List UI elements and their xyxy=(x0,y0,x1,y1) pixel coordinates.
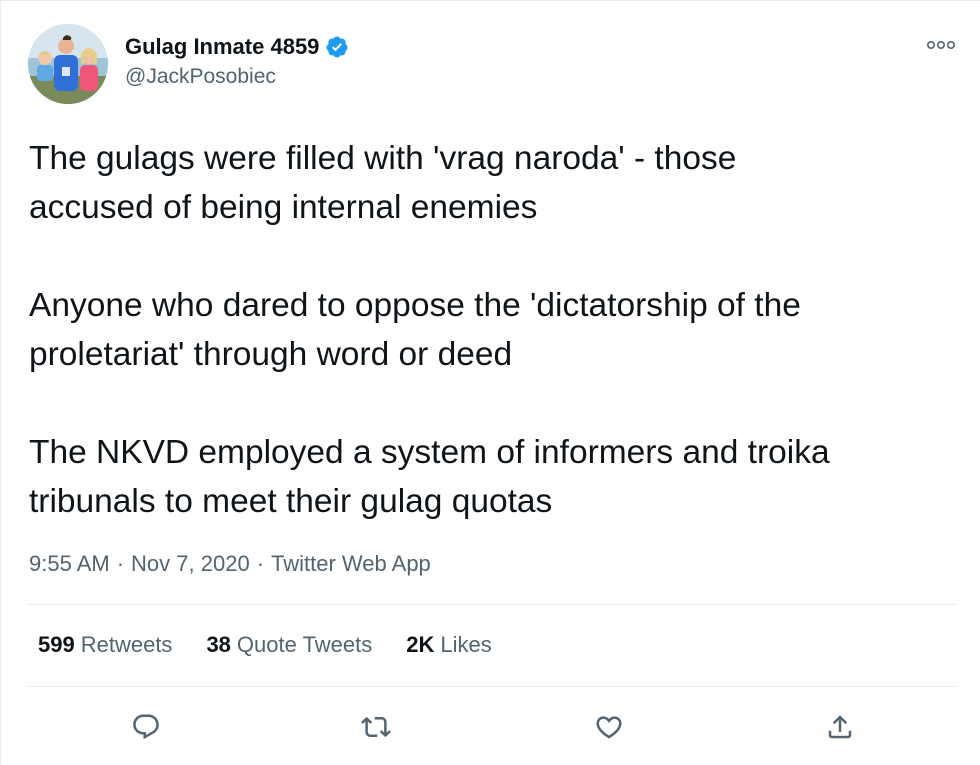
family-photo-avatar-icon xyxy=(28,24,108,104)
meta-separator: · xyxy=(256,551,265,576)
tweet-date[interactable]: Nov 7, 2020 xyxy=(131,551,250,577)
retweet-button[interactable] xyxy=(353,704,399,750)
retweet-icon xyxy=(361,716,391,738)
tweet-actions-bar xyxy=(1,704,980,750)
heart-icon xyxy=(596,716,622,739)
author-handle[interactable]: @JackPosobiec xyxy=(125,65,276,89)
more-dots-icon xyxy=(926,40,955,50)
author-name-row[interactable]: Gulag Inmate 4859 xyxy=(125,32,349,62)
more-options-button[interactable] xyxy=(924,33,958,57)
quote-tweets-count: 38 xyxy=(206,632,231,657)
reply-button[interactable] xyxy=(123,704,169,750)
quote-tweets-label: Quote Tweets xyxy=(236,632,373,657)
author-display-name[interactable]: Gulag Inmate 4859 xyxy=(125,34,319,60)
retweets-stat[interactable]: 599 Retweets xyxy=(38,632,172,658)
divider xyxy=(28,686,956,687)
tweet-card: Gulag Inmate 4859 @JackPosobiec The gula… xyxy=(0,0,980,765)
retweets-count: 599 xyxy=(38,632,75,657)
retweets-label: Retweets xyxy=(80,632,173,657)
meta-separator: · xyxy=(116,551,125,576)
tweet-stats: 599 Retweets 38 Quote Tweets 2K Likes xyxy=(38,628,526,662)
verified-badge-icon xyxy=(325,35,349,59)
tweet-paragraph: Anyone who dared to oppose the 'dictator… xyxy=(29,287,801,373)
tweet-metadata: 9:55 AM · Nov 7, 2020 · Twitter Web App xyxy=(29,547,431,581)
share-button[interactable] xyxy=(817,704,863,750)
divider xyxy=(28,604,956,605)
likes-count: 2K xyxy=(406,632,435,657)
like-button[interactable] xyxy=(586,704,632,750)
share-icon xyxy=(828,715,852,739)
tweet-paragraph: The NKVD employed a system of informers … xyxy=(29,434,830,520)
reply-icon xyxy=(133,714,159,740)
tweet-text: The gulags were filled with 'vrag naroda… xyxy=(29,134,959,526)
tweet-paragraph: The gulags were filled with 'vrag naroda… xyxy=(29,140,737,226)
quote-tweets-stat[interactable]: 38 Quote Tweets xyxy=(206,632,372,658)
tweet-source[interactable]: Twitter Web App xyxy=(271,551,431,577)
likes-stat[interactable]: 2K Likes xyxy=(406,632,491,658)
tweet-time[interactable]: 9:55 AM xyxy=(29,551,110,577)
likes-label: Likes xyxy=(440,632,492,657)
avatar[interactable] xyxy=(28,24,108,104)
